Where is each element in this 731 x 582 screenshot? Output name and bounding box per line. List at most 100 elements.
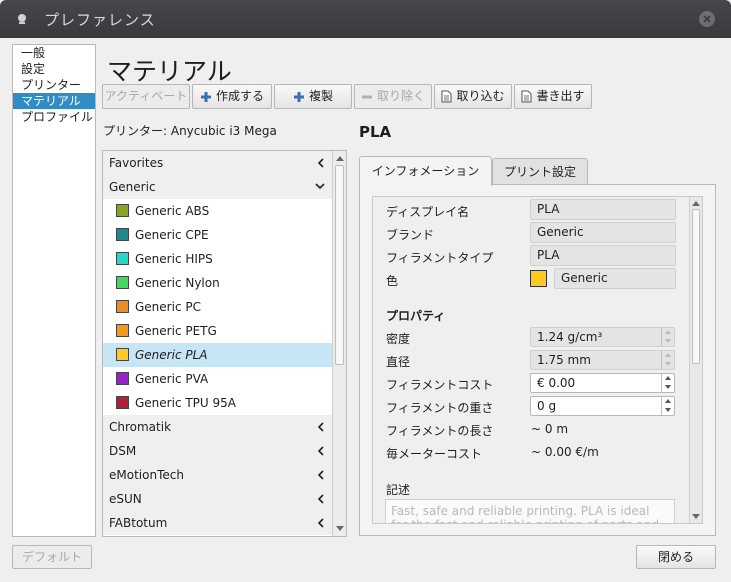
material-label: Generic ABS — [135, 204, 210, 218]
description-label: 記述 — [386, 483, 411, 497]
document-export-icon — [521, 90, 532, 103]
filament-weight-spinbox[interactable]: 0 g — [530, 396, 675, 416]
brand-label: eSUN — [109, 492, 142, 506]
material-label: Generic PLA — [135, 348, 208, 362]
material-color-swatch — [116, 228, 129, 241]
display-name-label: ディスプレイ名 — [386, 205, 470, 219]
color-label: 色 — [386, 274, 399, 288]
filament-weight-value: 0 g — [537, 399, 557, 413]
description-textarea[interactable]: Fast, safe and reliable printing. PLA is… — [385, 499, 675, 523]
nav-item-settings[interactable]: 設定 — [13, 61, 95, 77]
import-label: 取り込む — [456, 89, 505, 103]
filament-weight-stepper[interactable] — [661, 397, 674, 415]
diameter-spinbox[interactable]: 1.75 mm — [530, 350, 675, 370]
material-label: Generic CPE — [135, 228, 209, 242]
nav-item-general[interactable]: 一般 — [13, 45, 95, 61]
chevron-left-icon — [317, 446, 324, 456]
scroll-down-arrow-icon[interactable] — [692, 514, 700, 520]
cost-per-meter-value: ~ 0.00 €/m — [531, 445, 599, 459]
printer-label: プリンター: Anycubic i3 Mega — [103, 124, 277, 138]
diameter-stepper[interactable] — [661, 351, 674, 369]
nav-item-profiles[interactable]: プロファイル — [13, 109, 95, 125]
export-label: 書き出す — [536, 89, 585, 103]
import-button[interactable]: 取り込む — [434, 84, 512, 109]
density-stepper[interactable] — [661, 328, 674, 346]
tab-information[interactable]: インフォメーション — [359, 156, 492, 186]
material-label: Generic PC — [135, 300, 201, 314]
filament-type-field[interactable]: PLA — [530, 245, 676, 266]
chevron-left-icon — [317, 470, 324, 480]
scroll-up-arrow-icon[interactable] — [336, 155, 344, 161]
create-label: 作成する — [215, 89, 264, 103]
material-row[interactable]: Generic PVA — [103, 367, 333, 391]
material-row[interactable]: Generic TPU 95A — [103, 391, 333, 415]
brand-label: ブランド — [386, 228, 435, 242]
create-button[interactable]: 作成する — [192, 84, 272, 109]
brand-row-fabtotum[interactable]: FABtotum — [103, 511, 333, 535]
close-button[interactable]: 閉める — [636, 545, 716, 569]
info-panel-scrollbar[interactable] — [689, 197, 702, 523]
preferences-nav: 一般 設定 プリンター マテリアル プロファイル — [12, 44, 96, 537]
brand-row-chromatik[interactable]: Chromatik — [103, 415, 333, 439]
material-list-scrollbar[interactable] — [332, 151, 346, 536]
duplicate-label: 複製 — [308, 89, 333, 103]
brand-field[interactable]: Generic — [530, 222, 676, 243]
diameter-label: 直径 — [386, 355, 411, 369]
cost-per-meter-label: 毎メーターコスト — [386, 447, 483, 461]
material-row[interactable]: Generic CPE — [103, 223, 333, 247]
filament-type-label: フィラメントタイプ — [386, 251, 494, 265]
scroll-thumb[interactable] — [692, 209, 700, 364]
brand-row-generic[interactable]: Generic — [103, 175, 333, 199]
material-row[interactable]: Generic HIPS — [103, 247, 333, 271]
properties-header: プロパティ — [386, 309, 446, 323]
chevron-left-icon — [317, 518, 324, 528]
tab-print-settings[interactable]: プリント設定 — [492, 158, 588, 185]
brand-label: Favorites — [109, 156, 164, 170]
nav-item-printers[interactable]: プリンター — [13, 77, 95, 93]
display-name-field[interactable]: PLA — [530, 199, 676, 220]
chevron-down-icon — [315, 183, 325, 190]
page-title: マテリアル — [107, 57, 232, 86]
filament-length-value: ~ 0 m — [531, 422, 569, 436]
window-title: プレファレンス — [44, 11, 156, 29]
material-label: Generic TPU 95A — [135, 396, 236, 410]
app-icon — [18, 14, 26, 24]
brand-row-dsm[interactable]: DSM — [103, 439, 333, 463]
material-row[interactable]: Generic Nylon — [103, 271, 333, 295]
color-name-field[interactable]: Generic — [554, 268, 676, 289]
material-color-swatch — [116, 204, 129, 217]
brand-row-esun[interactable]: eSUN — [103, 487, 333, 511]
brand-label: DSM — [109, 444, 137, 458]
document-import-icon — [441, 90, 452, 103]
filament-cost-spinbox[interactable]: € 0.00 — [530, 373, 675, 393]
activate-button[interactable]: アクティベート — [102, 84, 190, 109]
scroll-up-arrow-icon[interactable] — [692, 200, 700, 206]
material-color-swatch — [116, 276, 129, 289]
material-row[interactable]: Generic PLA — [103, 343, 333, 367]
density-spinbox[interactable]: 1.24 g/cm³ — [530, 327, 675, 347]
close-window-button[interactable] — [699, 11, 715, 27]
filament-length-label: フィラメントの長さ — [386, 424, 494, 438]
material-label: Generic HIPS — [135, 252, 213, 266]
brand-label: Chromatik — [109, 420, 172, 434]
scroll-down-arrow-icon[interactable] — [336, 526, 344, 532]
scroll-thumb[interactable] — [335, 165, 344, 365]
export-button[interactable]: 書き出す — [514, 84, 592, 109]
material-row[interactable]: Generic PETG — [103, 319, 333, 343]
brand-row-emotiontech[interactable]: eMotionTech — [103, 463, 333, 487]
nav-item-materials[interactable]: マテリアル — [13, 93, 95, 109]
material-row[interactable]: Generic ABS — [103, 199, 333, 223]
color-swatch-button[interactable] — [530, 270, 547, 287]
remove-button[interactable]: 取り除く — [354, 84, 432, 109]
material-row[interactable]: Generic PC — [103, 295, 333, 319]
duplicate-button[interactable]: 複製 — [274, 84, 352, 109]
density-label: 密度 — [386, 332, 411, 346]
filament-cost-stepper[interactable] — [661, 374, 674, 392]
window-titlebar: プレファレンス — [0, 0, 731, 38]
filament-cost-label: フィラメントコスト — [386, 378, 494, 392]
brand-label: eMotionTech — [109, 468, 184, 482]
activate-label: アクティベート — [104, 89, 188, 103]
defaults-button[interactable]: デフォルト — [12, 545, 92, 569]
material-name-heading: PLA — [359, 123, 392, 141]
brand-row-favorites[interactable]: Favorites — [103, 151, 333, 175]
